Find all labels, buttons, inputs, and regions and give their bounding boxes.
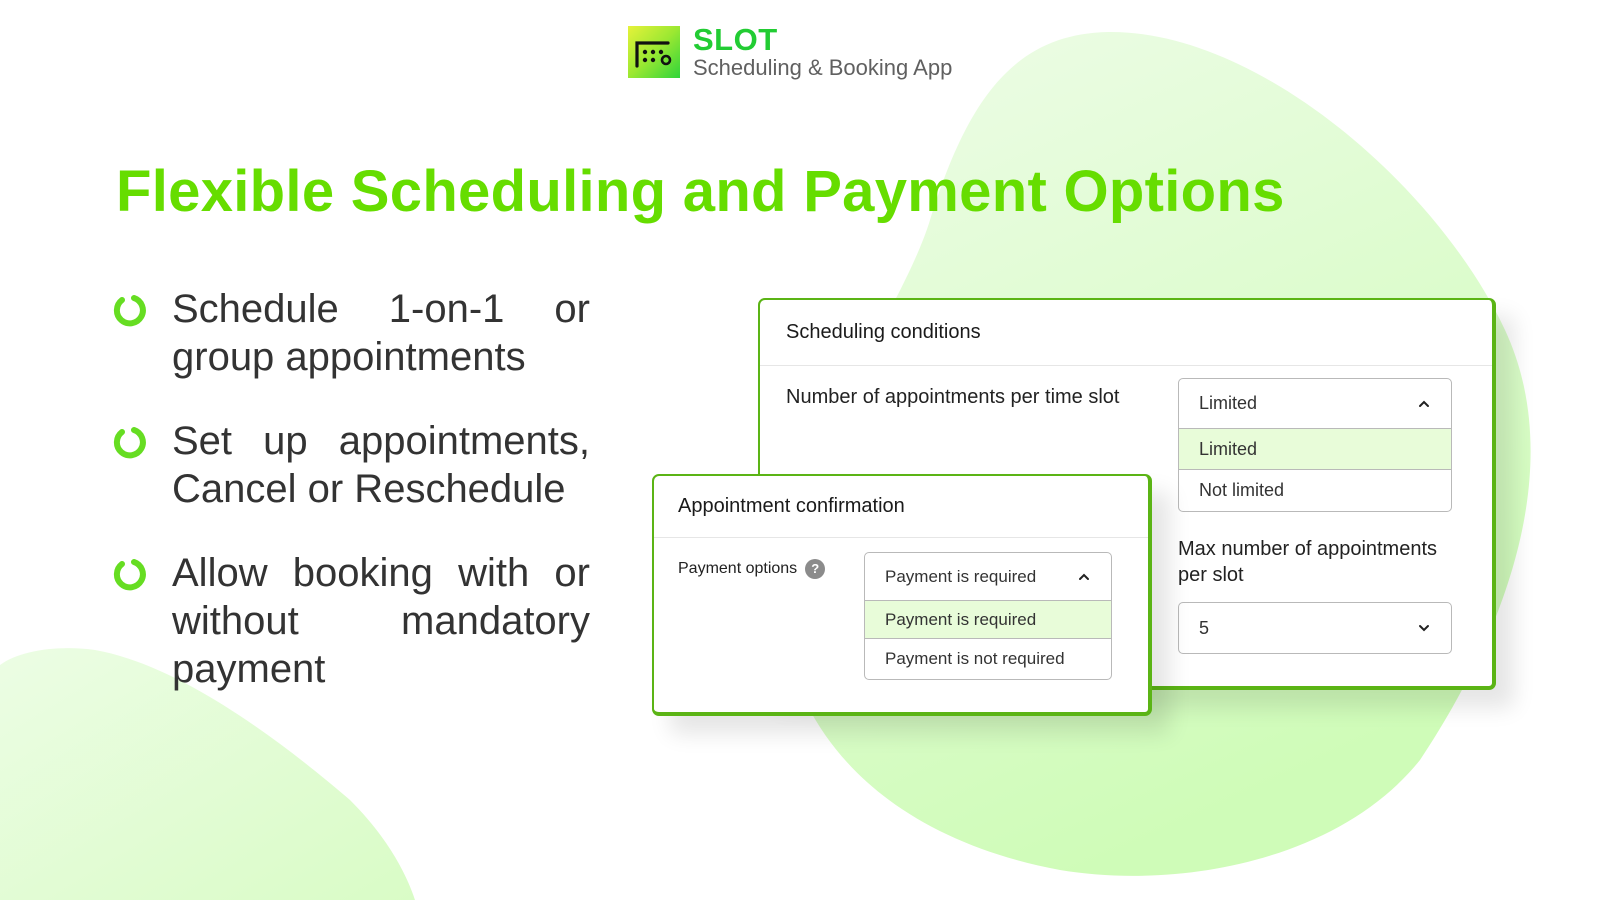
option-label: Limited	[1199, 438, 1258, 459]
feature-item: Set up appointments, Cancel or Reschedul…	[110, 417, 590, 513]
feature-item: Schedule 1-on-1 or group appointments	[110, 285, 590, 381]
appointment-confirmation-card: Appointment confirmation Payment options…	[652, 474, 1152, 716]
card-title: Appointment confirmation	[654, 476, 1148, 538]
brand-name: SLOT	[693, 22, 778, 57]
selected-value: Limited	[1199, 393, 1258, 413]
selected-value: Payment is required	[885, 566, 1037, 586]
option-payment-not-required[interactable]: Payment is not required	[865, 639, 1111, 679]
option-label: Payment is not required	[885, 649, 1065, 668]
appointments-per-slot-label: Number of appointments per time slot	[786, 386, 1120, 408]
feature-text: Set up appointments, Cancel or Reschedul…	[172, 419, 590, 511]
brand-subtitle: Scheduling & Booking App	[693, 55, 953, 80]
selected-value: 5	[1199, 617, 1210, 638]
feature-text: Allow booking with or without mandatory …	[172, 551, 590, 691]
page-title: Flexible Scheduling and Payment Options	[116, 159, 1285, 224]
option-payment-required[interactable]: Payment is required	[865, 601, 1111, 639]
card-title: Scheduling conditions	[760, 300, 1492, 366]
select-current-value[interactable]: 5	[1179, 603, 1451, 653]
option-label: Payment is required	[885, 609, 1037, 629]
feature-text: Schedule 1-on-1 or group appointments	[172, 287, 590, 379]
select-current-value[interactable]: Limited	[1179, 379, 1451, 429]
payment-options-label-row: Payment options?	[678, 556, 826, 582]
option-label: Not limited	[1199, 480, 1285, 500]
max-per-slot-label: Max number of appointments per slot	[1178, 538, 1438, 586]
help-icon[interactable]: ?	[805, 558, 826, 579]
chevron-up-icon	[1079, 573, 1089, 580]
appointments-per-slot-select[interactable]: Limited Limited Not limited	[1178, 378, 1452, 512]
chevron-down-icon	[1419, 625, 1429, 632]
feature-list: Schedule 1-on-1 or group appointments Se…	[110, 285, 590, 729]
payment-options-select[interactable]: Payment is required Payment is required …	[864, 552, 1112, 680]
ring-bullet-icon	[113, 295, 146, 327]
payment-options-label: Payment options	[678, 560, 798, 577]
option-limited[interactable]: Limited	[1179, 429, 1451, 470]
brand-header: SLOT Scheduling & Booking App	[628, 24, 952, 79]
select-current-value[interactable]: Payment is required	[865, 553, 1111, 601]
max-per-slot-select[interactable]: 5	[1178, 602, 1452, 654]
option-not-limited[interactable]: Not limited	[1179, 470, 1451, 511]
ring-bullet-icon	[113, 427, 146, 459]
calendar-slot-icon	[628, 25, 680, 78]
chevron-up-icon	[1419, 400, 1429, 407]
feature-item: Allow booking with or without mandatory …	[110, 549, 590, 693]
ring-bullet-icon	[113, 559, 146, 591]
